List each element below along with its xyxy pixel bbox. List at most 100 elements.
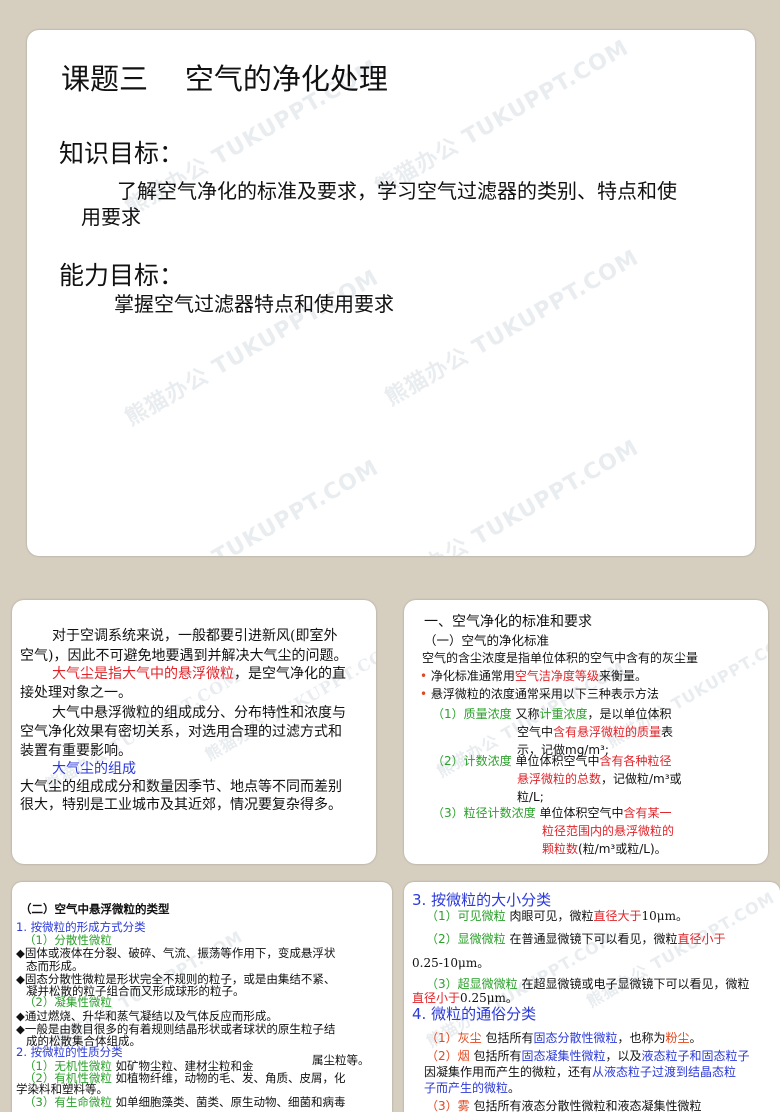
type-label: （1）分散性微粒: [24, 933, 112, 947]
size-key: 直径大于: [593, 909, 642, 923]
type-desc: ◆固体或液体在分裂、破碎、气流、振荡等作用下，变成悬浮状: [16, 946, 336, 960]
size-desc: 在普通显微镜下可以看见，微粒: [509, 932, 678, 946]
size-item: （2）显微微粒 在普通显微镜下可以看见，微粒直径小于: [426, 931, 726, 947]
common-label: （3）雾: [426, 1099, 470, 1112]
common-item: （3）雾 包括所有液态分散性微粒和液态凝集性微粒: [426, 1098, 701, 1112]
size-value: 0.25-10μm。: [412, 956, 490, 970]
size-desc: 肉眼可见，微粒: [509, 909, 594, 923]
method-text: ，是以单位体积: [587, 707, 672, 721]
common-desc: 包括所有液态分散性微粒和液态凝集性微粒: [473, 1099, 702, 1112]
type-line: （3）有生命微粒 如单细胞藻类、菌类、原生动物、细菌和病毒: [24, 1095, 345, 1109]
bullet-text: 净化标准通常用: [430, 669, 515, 683]
method-key: 含有悬浮微粒的质量: [553, 725, 662, 739]
size-desc: 在超显微镜或电子显微镜下可以看见，微粒: [521, 977, 750, 991]
watermark: 熊猫办公 TUKUPPT.COM: [381, 435, 644, 556]
method-count: （2）计数浓度 单位体积空气中含有各种粒径: [432, 752, 672, 771]
common-desc: 因凝集作用而产生的微粒，还有: [424, 1065, 593, 1079]
common-key: 子而产生的微粒: [424, 1081, 509, 1095]
size-item: （1）可见微粒 肉眼可见，微粒直径大于10μm。: [426, 908, 688, 924]
dust-definition-tail: ，是空气净化的直: [234, 666, 346, 682]
common-desc: 。: [689, 1031, 702, 1045]
method-text: 表: [661, 725, 674, 739]
dust-intro-slide: 熊猫办公 TUKUPPT.COM 熊猫办公 TUKUPPT.COM 对于空调系统…: [12, 600, 376, 864]
bullet-item: • 净化标准通常用空气洁净度等级来衡量。: [420, 669, 647, 683]
common-key: 固态分散性微粒: [533, 1031, 618, 1045]
method-text: 单位体积空气中: [515, 754, 600, 768]
dust-definition: 大气尘是指大气中的悬浮微粒: [52, 666, 234, 682]
watermark: 熊猫办公 TUKUPPT.COM: [381, 245, 644, 412]
method-key: 含有各种粒径: [599, 754, 672, 768]
ability-heading: 能力目标：: [59, 261, 185, 290]
size-value: 0.25μm。: [460, 991, 518, 1005]
common-item: 因凝集作用而产生的微粒，还有从液态粒子过渡到结晶态粒: [424, 1064, 736, 1080]
method-text: (粒/m³或粒/L)。: [578, 842, 667, 856]
common-label: （2）烟: [426, 1049, 470, 1063]
definition-text: 空气的含尘浓度是指单位体积的空气中含有的灰尘量: [422, 651, 699, 665]
method-alias: 计重浓度: [539, 707, 588, 721]
intro-line: 对于空调系统来说，一般都要引进新风(即室外: [52, 628, 338, 644]
particle-types-slide: 熊猫办公 TUKUPPT.COM （二）空气中悬浮微粒的类型 1. 按微粒的形成…: [12, 882, 392, 1112]
watermark: 熊猫办公 TUKUPPT.COM: [121, 455, 384, 556]
common-desc: ，也称为: [617, 1031, 666, 1045]
intro-line: 很大，特别是工业城市及其近郊，情况要复杂得多。: [20, 797, 342, 813]
type-label: （3）有生命微粒: [24, 1095, 112, 1109]
common-key: 固态凝集性微粒: [521, 1049, 606, 1063]
section-heading: 一、空气净化的标准和要求: [424, 614, 592, 630]
bullet-item: • 悬浮微粒的浓度通常采用以下三种表示方法: [420, 687, 659, 701]
method-key: 含有某一: [623, 806, 672, 820]
common-key: 粉尘: [665, 1031, 690, 1045]
ability-text: 掌握空气过滤器特点和使用要求: [114, 292, 394, 316]
method-key-line: 粒径范围内的悬浮微粒的: [542, 824, 675, 838]
method-key: 悬浮微粒的总数: [517, 772, 602, 786]
size-key: 直径小于: [412, 991, 461, 1005]
common-desc: 。: [508, 1081, 521, 1095]
type-desc: 如植物纤维，动物的毛、发、角质、皮屑，化: [115, 1071, 346, 1085]
size-item: 直径小于0.25μm。: [412, 990, 518, 1006]
size-label: （3）超显微微粒: [426, 977, 518, 991]
slide-title: 课题三 空气的净化处理: [61, 62, 388, 96]
bullet-text: 来衡量。: [598, 669, 647, 683]
method-text-line: 颗粒数(粒/m³或粒/L)。: [542, 840, 667, 859]
intro-line: 接处理对象之一。: [20, 685, 132, 701]
method-text: 单位体积空气中: [539, 806, 624, 820]
method-text: ，记做粒/m³或: [601, 772, 682, 786]
category-heading: 1. 按微粒的形成方式分类: [16, 920, 146, 934]
method-text: 空气中: [517, 725, 554, 739]
category-heading: 3. 按微粒的大小分类: [412, 891, 552, 909]
common-key: 液态粒子和固态粒子: [641, 1049, 750, 1063]
knowledge-text-line1: 了解空气净化的标准及要求，学习空气过滤器的类别、特点和使: [117, 179, 677, 203]
common-item: 子而产生的微粒。: [424, 1080, 520, 1096]
method-key: 颗粒数: [542, 842, 579, 856]
method-text: 又称: [515, 707, 540, 721]
particle-size-slide: 熊猫办公 TUKUPPT.COM 熊猫办公 TUKUPPT.COM 3. 按微粒…: [404, 882, 780, 1112]
common-label: （1）灰尘: [426, 1031, 482, 1045]
method-text-line: 悬浮微粒的总数，记做粒/m³或: [517, 770, 682, 789]
title-slide: 熊猫办公 TUKUPPT.COM 熊猫办公 TUKUPPT.COM 熊猫办公 T…: [27, 30, 755, 556]
size-value: 10μm。: [641, 909, 688, 923]
bullet-text: 悬浮微粒的浓度通常采用以下三种表示方法: [430, 687, 659, 701]
type-desc: ◆通过燃烧、升华和蒸气凝结以及气体反应而形成。: [16, 1009, 278, 1023]
common-desc: ，以及: [605, 1049, 642, 1063]
type-desc: 态而形成。: [26, 959, 84, 973]
type-desc: 如单细胞藻类、菌类、原生动物、细菌和病毒: [115, 1095, 346, 1109]
type-label: （2）凝集性微粒: [24, 995, 112, 1009]
common-desc: 包括所有: [473, 1049, 522, 1063]
type-desc: 属尘粒等。: [312, 1053, 370, 1067]
size-label: （1）可见微粒: [426, 909, 506, 923]
method-mass: （1）质量浓度 又称计重浓度，是以单位体积: [432, 705, 672, 724]
size-key: 直径小于: [677, 932, 726, 946]
method-label: （3）粒径计数浓度: [432, 806, 536, 820]
category-heading: 2. 按微粒的性质分类: [16, 1045, 123, 1059]
method-label: （1）质量浓度: [432, 707, 512, 721]
category-heading: 4. 微粒的通俗分类: [412, 1005, 537, 1023]
section-heading: （二）空气中悬浮微粒的类型: [20, 902, 170, 916]
type-desc: 学染料和塑料等。: [16, 1082, 108, 1096]
cleanliness-grade: 空气洁净度等级: [514, 669, 599, 683]
common-item: （2）烟 包括所有固态凝集性微粒，以及液态粒子和固态粒子: [426, 1048, 750, 1064]
method-label: （2）计数浓度: [432, 754, 512, 768]
purification-standard-slide: 熊猫办公 TUKUPPT.COM 熊猫办公 TUKUPPT.COM 一、空气净化…: [404, 600, 768, 864]
knowledge-heading: 知识目标：: [59, 139, 185, 168]
method-text-line: 空气中含有悬浮微粒的质量表: [517, 723, 673, 742]
common-key: 从液态粒子过渡到结晶态粒: [592, 1065, 737, 1079]
knowledge-text-line2: 用要求: [81, 205, 141, 229]
